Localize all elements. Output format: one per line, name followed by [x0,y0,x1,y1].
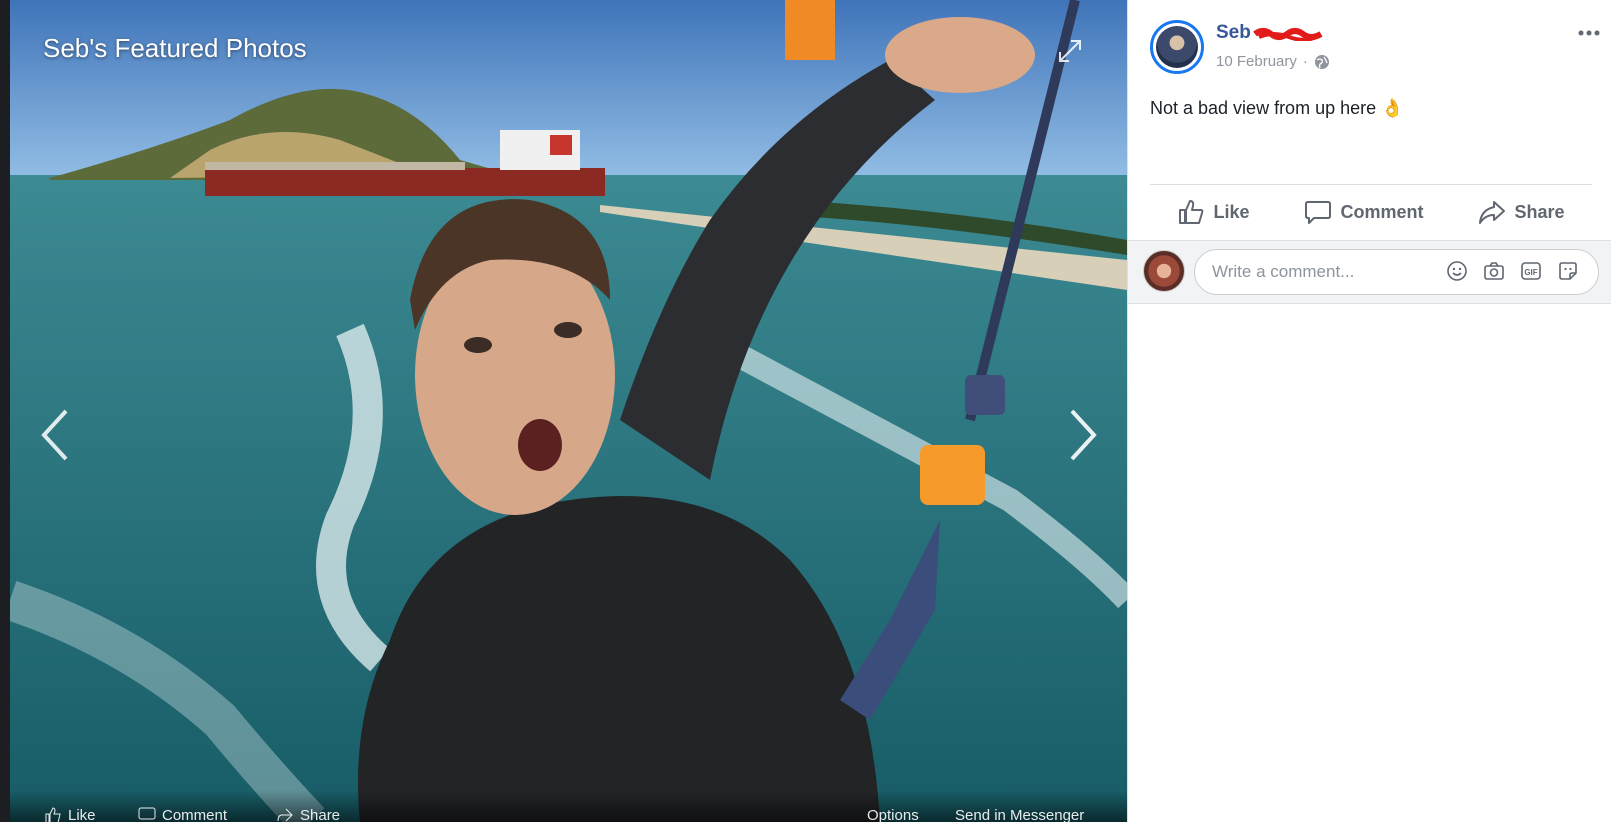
send-in-messenger-label: Send in Messenger [955,807,1085,822]
author-avatar[interactable] [1150,20,1204,74]
previous-photo-arrow-icon[interactable] [36,405,76,465]
photo-image [10,0,1127,822]
left-edge-strip [0,0,10,822]
album-title[interactable]: Seb's Featured Photos [43,33,307,64]
post-panel: Seb 10 February · Not a bad view from up… [1127,0,1611,822]
post-actions: Like Comment Share [1150,185,1592,239]
redaction-scribble [1253,28,1323,41]
thumbs-up-icon [1179,200,1204,224]
sticker-icon[interactable] [1557,260,1579,282]
comment-composer: GIF [1128,240,1611,304]
comment-label: Comment [1340,201,1424,222]
send-in-messenger-button[interactable]: Send in Messenger [955,807,1084,822]
viewer-avatar [1143,250,1185,292]
like-label: Like [1213,201,1250,222]
camera-icon[interactable] [1483,260,1505,282]
photo-share-label: Share [300,806,341,822]
post-date-text: 10 February [1216,53,1297,70]
globe-icon [1314,54,1329,69]
photo-comment-button[interactable]: Comment [138,806,227,822]
photo-viewer[interactable]: Seb's Featured Photos Like Comment Share [10,0,1127,822]
next-photo-arrow-icon[interactable] [1062,405,1102,465]
photo-action-bar: Like Comment Share Options Send in Messe… [10,790,1127,822]
expand-icon[interactable] [1057,38,1083,64]
share-arrow-icon [1479,201,1506,224]
comment-icon [138,807,156,820]
emoji-icon[interactable] [1446,260,1468,282]
comment-bubble-icon [1305,201,1332,224]
dot-separator: · [1302,53,1308,70]
post-timestamp[interactable]: 10 February · [1216,53,1330,70]
svg-text:GIF: GIF [1524,268,1537,277]
like-button[interactable]: Like [1177,198,1250,226]
author-avatar-image [1156,26,1198,68]
photo-like-button[interactable]: Like [44,806,96,822]
share-label: Share [1514,201,1565,222]
share-button[interactable]: Share [1478,198,1565,226]
photo-comment-label: Comment [162,806,228,822]
author-name[interactable]: Seb [1216,22,1251,44]
photo-like-label: Like [68,806,96,822]
photo-options-label: Options [867,807,919,822]
share-icon [277,808,293,822]
more-options-icon[interactable] [1576,24,1602,42]
photo-options-button[interactable]: Options [867,807,919,822]
photo-theater: Seb's Featured Photos Like Comment Share [0,0,1611,822]
like-icon [45,807,61,822]
photo-share-button[interactable]: Share [276,806,340,822]
post-caption: Not a bad view from up here 👌 [1150,98,1404,118]
comment-button[interactable]: Comment [1304,198,1424,226]
gif-icon[interactable]: GIF [1520,260,1542,282]
